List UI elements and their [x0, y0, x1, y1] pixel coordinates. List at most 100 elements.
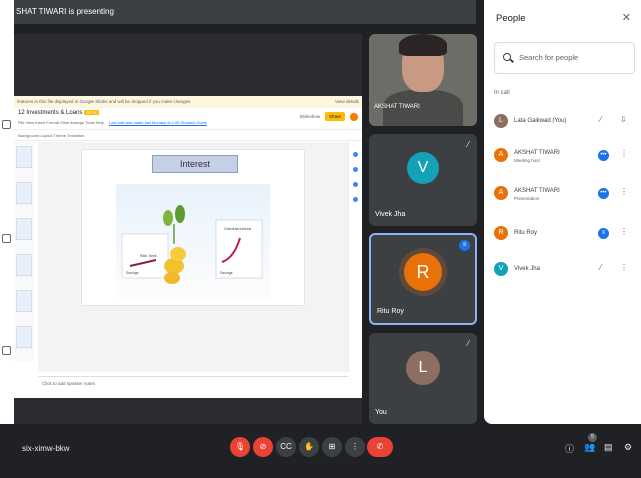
avatar: L: [494, 114, 508, 128]
mic-off-icon: ⁄: [467, 339, 469, 348]
more-options-icon[interactable]: ⋮: [620, 149, 628, 158]
mic-off-icon: ⁄: [600, 115, 602, 124]
slides-notice-bar: features in this file displayed in Googl…: [14, 96, 362, 108]
search-input[interactable]: Search for people: [494, 42, 635, 74]
current-slide[interactable]: Interest Rabi Tamil Overdraft Interest S…: [82, 150, 304, 305]
more-options-button[interactable]: ⋮: [345, 437, 365, 457]
edge-icon: [2, 346, 11, 355]
slide-thumbnail[interactable]: [16, 218, 32, 240]
avatar: V: [494, 262, 508, 276]
label-savings-1: Savings: [126, 271, 139, 275]
present-button[interactable]: ⊞: [322, 437, 342, 457]
tile-name: AKSHAT TIWARI: [374, 104, 420, 110]
slide-thumbnail[interactable]: [16, 254, 32, 276]
participant-row[interactable]: A AKSHAT TIWARI Presentation ••• ⋮: [492, 186, 637, 206]
label-interest: Overdraft Interest: [224, 227, 251, 231]
slide-canvas: Interest Rabi Tamil Overdraft Interest S…: [38, 142, 348, 372]
avatar: A: [494, 148, 508, 162]
notice-text: features in this file displayed in Googl…: [17, 99, 191, 104]
video-tile-vivek[interactable]: ⁄ V Vivek Jha: [369, 134, 477, 226]
participant-row[interactable]: V Vivek Jha ⁄ ⋮: [492, 262, 637, 282]
menu-right: Slideshow Share: [299, 112, 358, 121]
avatar[interactable]: [350, 112, 358, 121]
speaking-icon: ≡: [598, 228, 609, 239]
participant-row[interactable]: A AKSHAT TIWARI Meeting host ••• ⋮: [492, 148, 637, 168]
audio-icon: •••: [598, 188, 609, 199]
contacts-icon[interactable]: [353, 197, 358, 202]
tile-name: You: [375, 409, 387, 416]
people-icon[interactable]: 👥: [584, 442, 595, 453]
chat-icon[interactable]: ▤: [604, 442, 613, 453]
captions-button[interactable]: CC: [276, 437, 296, 457]
raise-hand-button[interactable]: ✋: [299, 437, 319, 457]
more-options-icon[interactable]: ⋮: [620, 227, 628, 236]
video-tile-you[interactable]: ⁄ L You: [369, 333, 477, 424]
search-placeholder: Search for people: [519, 53, 579, 62]
interest-illustration: Rabi Tamil Overdraft Interest Savings Sa…: [116, 184, 270, 300]
participant-name: AKSHAT TIWARI: [514, 188, 560, 194]
slide-filmstrip: [14, 142, 34, 362]
mic-off-icon: ⁄: [467, 140, 469, 149]
mic-off-icon: ⁄: [600, 263, 602, 272]
in-call-heading: In call: [494, 90, 510, 96]
mic-off-button[interactable]: 🎙: [230, 437, 250, 457]
slide-thumbnail[interactable]: [16, 146, 32, 168]
doc-title-text: 12 Investments & Loans: [18, 110, 83, 116]
menu-items[interactable]: File View Insert Format Slide Arrange To…: [18, 120, 207, 125]
participant-row[interactable]: R Ritu Roy ≡ ⋮: [492, 226, 637, 246]
tasks-icon[interactable]: [353, 182, 358, 187]
slides-side-panel: [348, 142, 362, 372]
pin-icon[interactable]: ⇩: [620, 115, 627, 124]
meeting-control-bar: six-ximw-bkw 🎙 ⊘ CC ✋ ⊞ ⋮ ✆ ⓘ 5 👥 ▤ ⚙: [0, 424, 641, 478]
panel-title: People: [496, 13, 526, 24]
speaker-notes[interactable]: Click to add speaker notes: [38, 376, 348, 398]
avatar: A: [494, 186, 508, 200]
slides-toolbar[interactable]: Background Layout Theme Transition: [14, 130, 362, 141]
tile-name: Vivek Jha: [375, 211, 406, 218]
audio-icon: •••: [598, 150, 609, 161]
presenting-banner: SHAT TIWARI is presenting: [14, 0, 476, 24]
video-tile-ritu[interactable]: ≡ R Ritu Roy: [369, 233, 477, 325]
doc-title: 12 Investments & Loans PPTX: [18, 110, 99, 116]
participant-role: Meeting host: [514, 158, 540, 163]
more-options-icon[interactable]: ⋮: [620, 263, 628, 272]
slide-thumbnail[interactable]: [16, 182, 32, 204]
notice-link[interactable]: View details: [335, 96, 359, 108]
participant-role: Presentation: [514, 196, 540, 201]
more-options-icon[interactable]: ⋮: [620, 187, 628, 196]
avatar: L: [406, 351, 440, 385]
calendar-icon[interactable]: [353, 152, 358, 157]
menu-items-text[interactable]: File View Insert Format Slide Arrange To…: [18, 120, 104, 125]
camera-off-button[interactable]: ⊘: [253, 437, 273, 457]
tile-name: Ritu Roy: [377, 308, 404, 315]
left-edge-strip: [0, 0, 14, 478]
label-savings-2: Savings: [220, 271, 233, 275]
people-panel: People ✕ Search for people In call L Lat…: [484, 0, 641, 424]
presentation-stage: features in this file displayed in Googl…: [14, 34, 362, 424]
avatar: V: [407, 152, 439, 184]
slide-thumbnail[interactable]: [16, 290, 32, 312]
last-edit-link[interactable]: Last edit was made last Monday at 1:05 S…: [109, 120, 207, 125]
slideshow-button[interactable]: Slideshow: [299, 114, 320, 119]
participant-name: AKSHAT TIWARI: [514, 150, 560, 156]
activities-icon[interactable]: ⚙: [624, 442, 632, 453]
participant-row[interactable]: L Lata Gaikwad (You) ⁄ ⇩: [492, 114, 637, 134]
participant-name: Vivek Jha: [514, 266, 540, 272]
slide-title: Interest: [152, 155, 238, 173]
slides-menu-bar: 12 Investments & Loans PPTX File View Ins…: [14, 108, 362, 130]
keep-icon[interactable]: [353, 167, 358, 172]
share-button[interactable]: Share: [324, 112, 345, 121]
people-count-badge: 5: [588, 433, 597, 442]
shared-slides-window: features in this file displayed in Googl…: [14, 96, 362, 398]
label-principal: Rabi Tamil: [140, 254, 156, 258]
close-icon[interactable]: ✕: [622, 11, 631, 24]
edge-icon: [2, 120, 11, 129]
slide-thumbnail[interactable]: [16, 326, 32, 348]
avatar: R: [494, 226, 508, 240]
participant-name: Ritu Roy: [514, 230, 538, 236]
edge-icon: [2, 234, 11, 243]
leave-call-button[interactable]: ✆: [367, 437, 393, 457]
info-icon[interactable]: ⓘ: [565, 442, 574, 455]
video-tile-akshat[interactable]: AKSHAT TIWARI: [369, 34, 477, 126]
participant-name: Lata Gaikwad (You): [514, 118, 567, 124]
